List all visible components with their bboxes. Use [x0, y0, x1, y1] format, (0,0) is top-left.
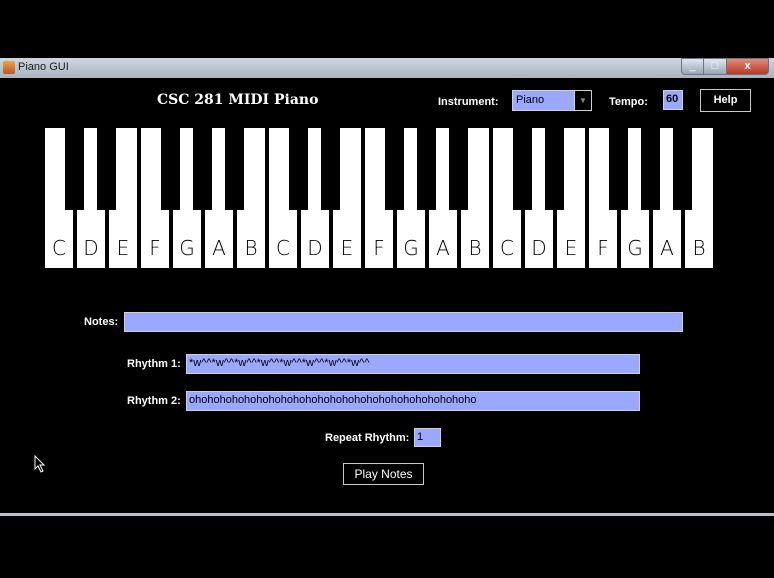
- instrument-value: Piano: [516, 94, 545, 106]
- key-label: D: [83, 236, 99, 260]
- key-label: D: [307, 236, 323, 260]
- key-label: A: [436, 236, 450, 260]
- minimize-button[interactable]: _: [681, 58, 704, 75]
- piano-window: Piano GUI _ □ x CSC 281 MIDI Piano Instr…: [0, 58, 774, 516]
- black-key[interactable]: [545, 128, 564, 210]
- black-key[interactable]: [641, 128, 660, 210]
- rhythm2-input[interactable]: ohohohohohohohohohohohohohohohohohohohoh…: [186, 391, 640, 411]
- key-label: G: [627, 236, 643, 260]
- java-app-icon: [3, 61, 15, 74]
- key-label: F: [373, 236, 385, 260]
- key-label: A: [660, 236, 674, 260]
- black-key[interactable]: [609, 128, 628, 210]
- app-title: CSC 281 MIDI Piano: [157, 92, 319, 108]
- black-key[interactable]: [225, 128, 244, 210]
- notes-label: Notes:: [84, 316, 119, 328]
- repeat-rhythm-label: Repeat Rhythm:: [325, 432, 410, 444]
- tempo-label: Tempo:: [609, 96, 648, 108]
- key-label: C: [500, 236, 514, 260]
- black-key[interactable]: [513, 128, 532, 210]
- instrument-select[interactable]: Piano ▼: [512, 90, 592, 111]
- key-label: B: [244, 236, 258, 260]
- piano-keyboard: C D E F G A B C D E F G A B C D E F G A …: [45, 128, 715, 268]
- maximize-button[interactable]: □: [703, 58, 727, 75]
- black-key[interactable]: [449, 128, 468, 210]
- key-label: B: [468, 236, 482, 260]
- key-label: G: [403, 236, 419, 260]
- window-title: Piano GUI: [18, 61, 69, 73]
- black-key[interactable]: [289, 128, 308, 210]
- key-label: E: [564, 236, 578, 260]
- tempo-input[interactable]: 60: [663, 90, 683, 110]
- mouse-cursor-icon: [34, 455, 46, 473]
- repeat-rhythm-input[interactable]: 1: [414, 428, 441, 447]
- help-button[interactable]: Help: [700, 89, 751, 112]
- key-label: E: [340, 236, 354, 260]
- black-key[interactable]: [417, 128, 436, 210]
- key-label: D: [531, 236, 547, 260]
- key-label: F: [597, 236, 609, 260]
- instrument-label: Instrument:: [438, 96, 499, 108]
- key-label: C: [276, 236, 290, 260]
- key-label: F: [149, 236, 161, 260]
- play-notes-button[interactable]: Play Notes: [343, 463, 424, 485]
- black-key[interactable]: [673, 128, 692, 210]
- black-key[interactable]: [65, 128, 84, 210]
- key-label: G: [179, 236, 195, 260]
- close-button[interactable]: x: [726, 58, 769, 75]
- black-key[interactable]: [321, 128, 340, 210]
- black-key[interactable]: [385, 128, 404, 210]
- black-key[interactable]: [161, 128, 180, 210]
- key-label: E: [116, 236, 130, 260]
- key-label: B: [692, 236, 706, 260]
- title-bar[interactable]: Piano GUI _ □ x: [0, 58, 774, 78]
- notes-input[interactable]: [124, 312, 683, 332]
- key-label: A: [212, 236, 226, 260]
- black-key[interactable]: [97, 128, 116, 210]
- black-key[interactable]: [193, 128, 212, 210]
- rhythm1-label: Rhythm 1:: [127, 358, 181, 370]
- chevron-down-icon[interactable]: ▼: [574, 91, 591, 110]
- rhythm2-label: Rhythm 2:: [127, 395, 181, 407]
- rhythm1-input[interactable]: *w^^*w^^*w^^*w^^*w^^*w^^*w^^*w^^: [186, 354, 640, 374]
- key-label: C: [52, 236, 66, 260]
- app-content: CSC 281 MIDI Piano Instrument: Piano ▼ T…: [0, 78, 774, 513]
